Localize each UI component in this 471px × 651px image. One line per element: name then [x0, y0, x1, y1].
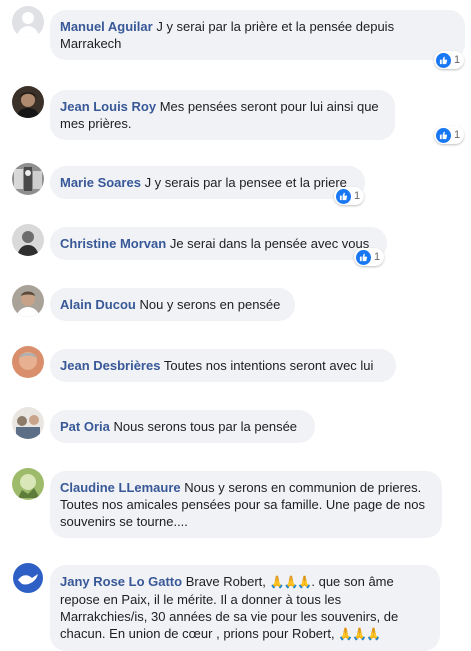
comment-author[interactable]: Christine Morvan [60, 236, 166, 251]
comment-author[interactable]: Manuel Aguilar [60, 19, 153, 34]
thumbs-up-icon [436, 52, 451, 68]
profile-photo-icon [12, 163, 44, 195]
comment-author[interactable]: Marie Soares [60, 175, 141, 190]
profile-photo-icon [12, 346, 44, 378]
avatar[interactable] [12, 6, 44, 38]
avatar[interactable] [12, 224, 44, 256]
reaction-count: 1 [354, 190, 361, 202]
reaction-count: 1 [454, 54, 461, 66]
comment-bubble: Christine Morvan Je serai dans la pensée… [50, 227, 387, 260]
profile-photo-icon [12, 224, 44, 256]
avatar[interactable] [12, 163, 44, 195]
reaction-count: 1 [374, 251, 381, 263]
reaction-badge[interactable]: 1 [434, 51, 465, 69]
comment-bubble: Pat Oria Nous serons tous par la pensée [50, 410, 315, 443]
thumbs-up-icon [356, 249, 371, 265]
avatar[interactable] [12, 346, 44, 378]
comment-author[interactable]: Pat Oria [60, 419, 110, 434]
comment-text: Nou y serons en pensée [139, 297, 281, 312]
comment-bubble: Manuel Aguilar J y serai par la prière e… [50, 10, 465, 60]
comment-bubble: Jany Rose Lo Gatto Brave Robert, 🙏🙏🙏. qu… [50, 565, 440, 651]
comment-author[interactable]: Jean Louis Roy [60, 99, 156, 114]
comment-bubble: Jean Louis Roy Mes pensées seront pour l… [50, 90, 395, 140]
comment-bubble: Jean Desbrières Toutes nos intentions se… [50, 349, 396, 382]
profile-photo-icon [12, 407, 44, 439]
comment-text: Je serai dans la pensée avec vous [169, 236, 370, 251]
avatar[interactable] [12, 285, 44, 317]
thumbs-up-icon [336, 188, 351, 204]
thumbs-up-icon [436, 127, 451, 143]
profile-photo-icon [12, 562, 44, 594]
reaction-badge[interactable]: 1 [334, 187, 365, 205]
reaction-count: 1 [454, 129, 461, 141]
comment-text: J y serais par la pensee et la priere [144, 175, 347, 190]
folded-hands-icon: 🙏🙏🙏 [269, 575, 313, 589]
comment-author[interactable]: Claudine LLemaure [60, 480, 181, 495]
reaction-badge[interactable]: 1 [354, 248, 385, 266]
comment-author[interactable]: Jany Rose Lo Gatto [60, 574, 182, 589]
comment-text: Brave Robert, [185, 574, 266, 589]
comment-bubble: Claudine LLemaure Nous y serons en commu… [50, 471, 442, 538]
profile-photo-icon [12, 285, 44, 317]
avatar[interactable] [12, 86, 44, 118]
comment-bubble: Alain Ducou Nou y serons en pensée [50, 288, 295, 321]
avatar[interactable] [12, 468, 44, 500]
avatar[interactable] [12, 407, 44, 439]
profile-photo-icon [12, 86, 44, 118]
comment-text: Nous serons tous par la pensée [113, 419, 298, 434]
comment-bubble: Marie Soares J y serais par la pensee et… [50, 166, 365, 199]
avatar[interactable] [12, 562, 44, 594]
default-avatar-icon [12, 6, 44, 38]
comment-text: Toutes nos intentions seront avec lui [163, 358, 374, 373]
reaction-badge[interactable]: 1 [434, 126, 465, 144]
profile-photo-icon [12, 468, 44, 500]
comment-author[interactable]: Alain Ducou [60, 297, 136, 312]
comment-author[interactable]: Jean Desbrières [60, 358, 160, 373]
